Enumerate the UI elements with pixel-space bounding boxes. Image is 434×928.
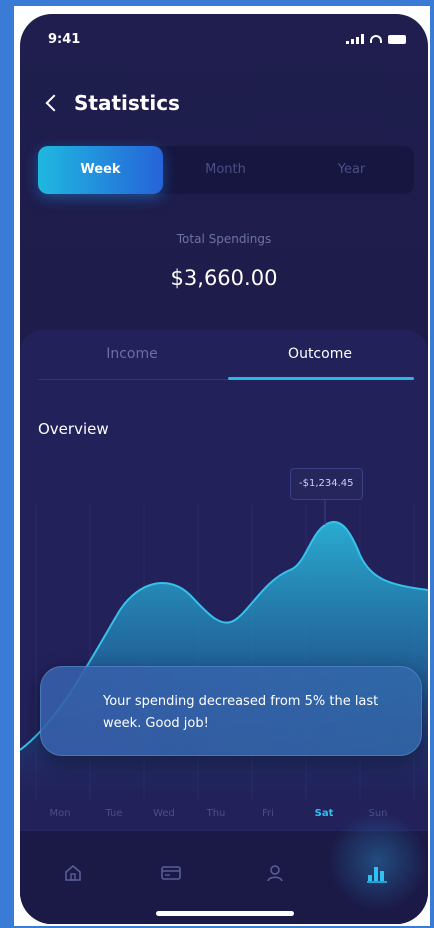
total-spendings-label: Total Spendings [176,232,272,246]
signal-icon [346,34,364,44]
day-tue[interactable]: Tue [88,808,140,819]
nav-home[interactable] [48,853,98,893]
home-icon [65,864,81,881]
period-segmented-control: Week Month Year [38,146,414,194]
day-wed[interactable]: Wed [138,808,190,819]
nav-statistics[interactable] [352,853,402,893]
spending-toast: Your spending decreased from 5% the last… [40,666,422,756]
home-indicator[interactable] [156,911,294,916]
tab-week[interactable]: Week [38,146,163,194]
header: Statistics [44,88,180,118]
tab-year[interactable]: Year [289,146,414,194]
statistics-icon [367,867,387,883]
wifi-icon [370,35,382,43]
bottom-navigation [20,811,428,924]
status-time: 9:41 [48,32,81,47]
status-icons [346,34,406,44]
nav-cards[interactable] [146,853,196,893]
chart-tooltip: -$1,234.45 [290,468,363,500]
back-arrow-icon[interactable] [45,94,63,112]
day-fri[interactable]: Fri [242,808,294,819]
page-title: Statistics [74,91,180,115]
nav-profile[interactable] [250,853,300,893]
phone-screen: 9:41 Statistics Week Month Year Total Sp… [20,14,428,924]
day-mon[interactable]: Mon [34,808,86,819]
card-icon [161,866,181,880]
toast-message: Your spending decreased from 5% the last… [103,694,379,731]
profile-icon [267,865,283,882]
spending-area [20,521,428,800]
day-thu[interactable]: Thu [190,808,242,819]
battery-icon [388,34,406,44]
tab-month[interactable]: Month [163,146,288,194]
day-sat[interactable]: Sat [298,808,350,819]
total-spendings-value: $3,660.00 [170,266,278,290]
status-bar: 9:41 [48,32,406,52]
